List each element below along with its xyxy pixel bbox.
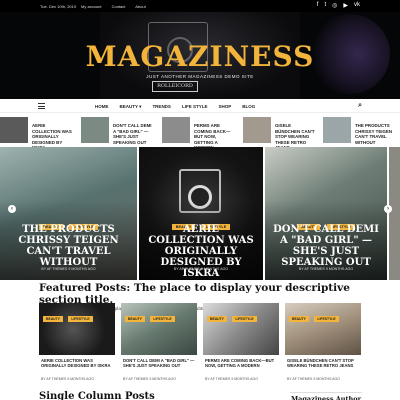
ticker-item[interactable]: PERMS ARE COMING BACK—BUT NOW, GETTING A… xyxy=(162,117,236,150)
camera-label: ROLLEICORD xyxy=(152,81,198,92)
post-card[interactable]: BEAUTY LIFESTYLE AERIE COLLECTION WAS OR… xyxy=(39,303,115,385)
site-logo[interactable]: MAGAZINESS xyxy=(0,40,400,73)
post-card[interactable]: BEAUTY LIFESTYLE PERMS ARE COMING BACK—B… xyxy=(203,303,279,385)
nav-item-beauty[interactable]: BEAUTY ▾ xyxy=(120,104,142,110)
featured-slider: BEAUTY LIFESTYLE THE PRODUCTS CHRISSY TE… xyxy=(0,147,400,280)
nav-item-lifestyle[interactable]: LIFE STYLE xyxy=(182,104,208,110)
nav-item-shop[interactable]: SHOP xyxy=(218,104,231,110)
ticker-title: PERMS ARE COMING BACK—BUT NOW, GETTING A… xyxy=(194,123,231,150)
youtube-icon[interactable]: ▶ xyxy=(343,2,348,9)
social-icons: f t ◎ ▶ vk xyxy=(317,2,360,9)
search-icon[interactable]: ⌕ xyxy=(358,102,362,110)
category-badge[interactable]: LIFESTYLE xyxy=(68,316,93,322)
main-nav: HOME BEAUTY ▾ TRENDS LIFE STYLE SHOP BLO… xyxy=(0,99,400,113)
vk-icon[interactable]: vk xyxy=(354,2,360,9)
site-tagline: JUST ANOTHER MAGAZINESS DEMO SITE xyxy=(146,74,254,79)
slide-meta: BY AF THEMES 9 MONTHS AGO xyxy=(298,267,354,271)
post-meta: BY AF THEMES 9 MONTHS AGO xyxy=(205,377,258,381)
post-categories: BEAUTY LIFESTYLE xyxy=(43,307,94,325)
post-title[interactable]: PERMS ARE COMING BACK—BUT NOW, GETTING A… xyxy=(205,358,279,369)
slider-next-button[interactable]: › xyxy=(384,205,392,213)
link-about[interactable]: About xyxy=(135,4,145,9)
category-badge[interactable]: BEAUTY xyxy=(125,316,145,322)
post-title[interactable]: GISELE BÜNDCHEN CAN'T STOP WEARING THESE… xyxy=(287,358,361,369)
slide-meta: BY AF THEMES 9 MONTHS AGO xyxy=(173,267,229,271)
post-title[interactable]: DON'T CALL DEMI A "BAD GIRL" — SHE'S JUS… xyxy=(123,358,197,369)
slide-meta: BY AF THEMES 9 MONTHS AGO xyxy=(41,267,96,271)
ticker-title: GISELE BÜNDCHEN CAN'T STOP WEARING THESE… xyxy=(275,123,315,150)
ticker-title: DON'T CALL DEMI A "BAD GIRL" — SHE'S JUS… xyxy=(113,123,152,145)
post-card[interactable]: BEAUTY LIFESTYLE GISELE BÜNDCHEN CAN'T S… xyxy=(285,303,361,385)
ticker-item[interactable]: DON'T CALL DEMI A "BAD GIRL" — SHE'S JUS… xyxy=(81,117,155,145)
single-column-heading: Single Column Posts xyxy=(39,391,155,400)
slide[interactable]: BEAUTY LIFESTYLE AERIE COLLECTION WAS OR… xyxy=(139,147,263,280)
author-widget-heading: Magaziness Author xyxy=(290,392,362,400)
ticker-item[interactable]: AERIE COLLECTION WAS ORIGINALLY DESIGNED… xyxy=(0,117,74,150)
slide-peek[interactable] xyxy=(389,147,400,280)
ticker-thumbnail xyxy=(323,117,351,143)
instagram-icon[interactable]: ◎ xyxy=(332,2,337,9)
ticker-title: THE PRODUCTS CHRISSY TEIGEN CAN'T TRAVEL… xyxy=(355,123,393,145)
post-categories: BEAUTY LIFESTYLE xyxy=(289,307,340,325)
ticker-item[interactable]: GISELE BÜNDCHEN CAN'T STOP WEARING THESE… xyxy=(243,117,317,150)
category-badge[interactable]: BEAUTY xyxy=(207,316,227,322)
category-badge[interactable]: BEAUTY xyxy=(43,316,63,322)
ticker-title: AERIE COLLECTION WAS ORIGINALLY DESIGNED… xyxy=(32,123,72,150)
nav-items: HOME BEAUTY ▾ TRENDS LIFE STYLE SHOP BLO… xyxy=(95,104,255,110)
post-meta: BY AF THEMES 9 MONTHS AGO xyxy=(287,377,340,381)
ticker-thumbnail xyxy=(81,117,109,143)
current-date: Tue. Dec 10th, 2019 xyxy=(40,4,77,9)
post-ticker: AERIE COLLECTION WAS ORIGINALLY DESIGNED… xyxy=(0,115,400,150)
nav-item-trends[interactable]: TRENDS xyxy=(152,104,171,110)
post-categories: BEAUTY LIFESTYLE xyxy=(207,307,258,325)
top-links: My account Contact About xyxy=(81,4,155,9)
category-badge[interactable]: LIFESTYLE xyxy=(150,316,175,322)
nav-item-home[interactable]: HOME xyxy=(95,104,109,110)
slider-prev-button[interactable]: ‹ xyxy=(8,205,16,213)
category-badge[interactable]: BEAUTY xyxy=(289,316,309,322)
ticker-item[interactable]: THE PRODUCTS CHRISSY TEIGEN CAN'T TRAVEL… xyxy=(323,117,400,145)
site-header: MAGAZINESS JUST ANOTHER MAGAZINESS DEMO … xyxy=(0,12,400,99)
featured-cards: BEAUTY LIFESTYLE AERIE COLLECTION WAS OR… xyxy=(39,303,361,385)
post-meta: BY AF THEMES 9 MONTHS AGO xyxy=(41,377,94,381)
twitter-icon[interactable]: t xyxy=(324,2,326,9)
post-categories: BEAUTY LIFESTYLE xyxy=(125,307,176,325)
post-meta: BY AF THEMES 9 MONTHS AGO xyxy=(123,377,176,381)
slide-title[interactable]: DON'T CALL DEMI A "BAD GIRL" — SHE'S JUS… xyxy=(271,224,381,268)
post-card[interactable]: BEAUTY LIFESTYLE DON'T CALL DEMI A "BAD … xyxy=(121,303,197,385)
ticker-thumbnail xyxy=(162,117,190,143)
category-badge[interactable]: LIFESTYLE xyxy=(232,316,257,322)
nav-item-blog[interactable]: BLOG xyxy=(242,104,255,110)
category-badge[interactable]: LIFESTYLE xyxy=(314,316,339,322)
slide[interactable]: BEAUTY LIFESTYLE THE PRODUCTS CHRISSY TE… xyxy=(0,147,137,280)
slide-title[interactable]: THE PRODUCTS CHRISSY TEIGEN CAN'T TRAVEL… xyxy=(6,224,131,268)
menu-icon[interactable] xyxy=(38,103,45,109)
ticker-thumbnail xyxy=(0,117,28,143)
link-my-account[interactable]: My account xyxy=(81,4,101,9)
ticker-thumbnail xyxy=(243,117,271,143)
facebook-icon[interactable]: f xyxy=(317,2,319,9)
link-contact[interactable]: Contact xyxy=(112,4,126,9)
post-title[interactable]: AERIE COLLECTION WAS ORIGINALLY DESIGNED… xyxy=(41,358,115,369)
slide[interactable]: BEAUTY LIFESTYLE DON'T CALL DEMI A "BAD … xyxy=(265,147,387,280)
top-bar: Tue. Dec 10th, 2019 My account Contact A… xyxy=(0,0,400,12)
